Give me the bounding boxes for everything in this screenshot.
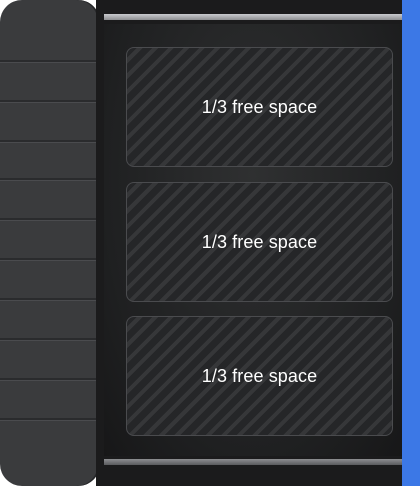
panel-rib [0,100,100,103]
accent-edge [402,0,420,486]
shelf-bottom-rail [104,459,404,465]
panel-rib [0,418,100,421]
free-space-slot-3[interactable]: 1/3 free space [126,316,393,436]
panel-rib [0,298,100,301]
panel-rib [0,218,100,221]
slot-label: 1/3 free space [201,96,318,117]
panel-rib [0,378,100,381]
slot-label: 1/3 free space [201,365,318,386]
panel-rib [0,140,100,143]
free-space-slot-1[interactable]: 1/3 free space [126,47,393,167]
shelf-top-rail [104,14,404,20]
storage-view: 1/3 free space 1/3 free space 1/3 free s… [0,0,420,486]
panel-rib [0,60,100,63]
slot-label: 1/3 free space [201,231,318,252]
free-space-slot-2[interactable]: 1/3 free space [126,182,393,302]
panel-rib [0,258,100,261]
panel-rib [0,178,100,181]
ribbed-side-panel [0,0,100,486]
panel-rib [0,338,100,341]
